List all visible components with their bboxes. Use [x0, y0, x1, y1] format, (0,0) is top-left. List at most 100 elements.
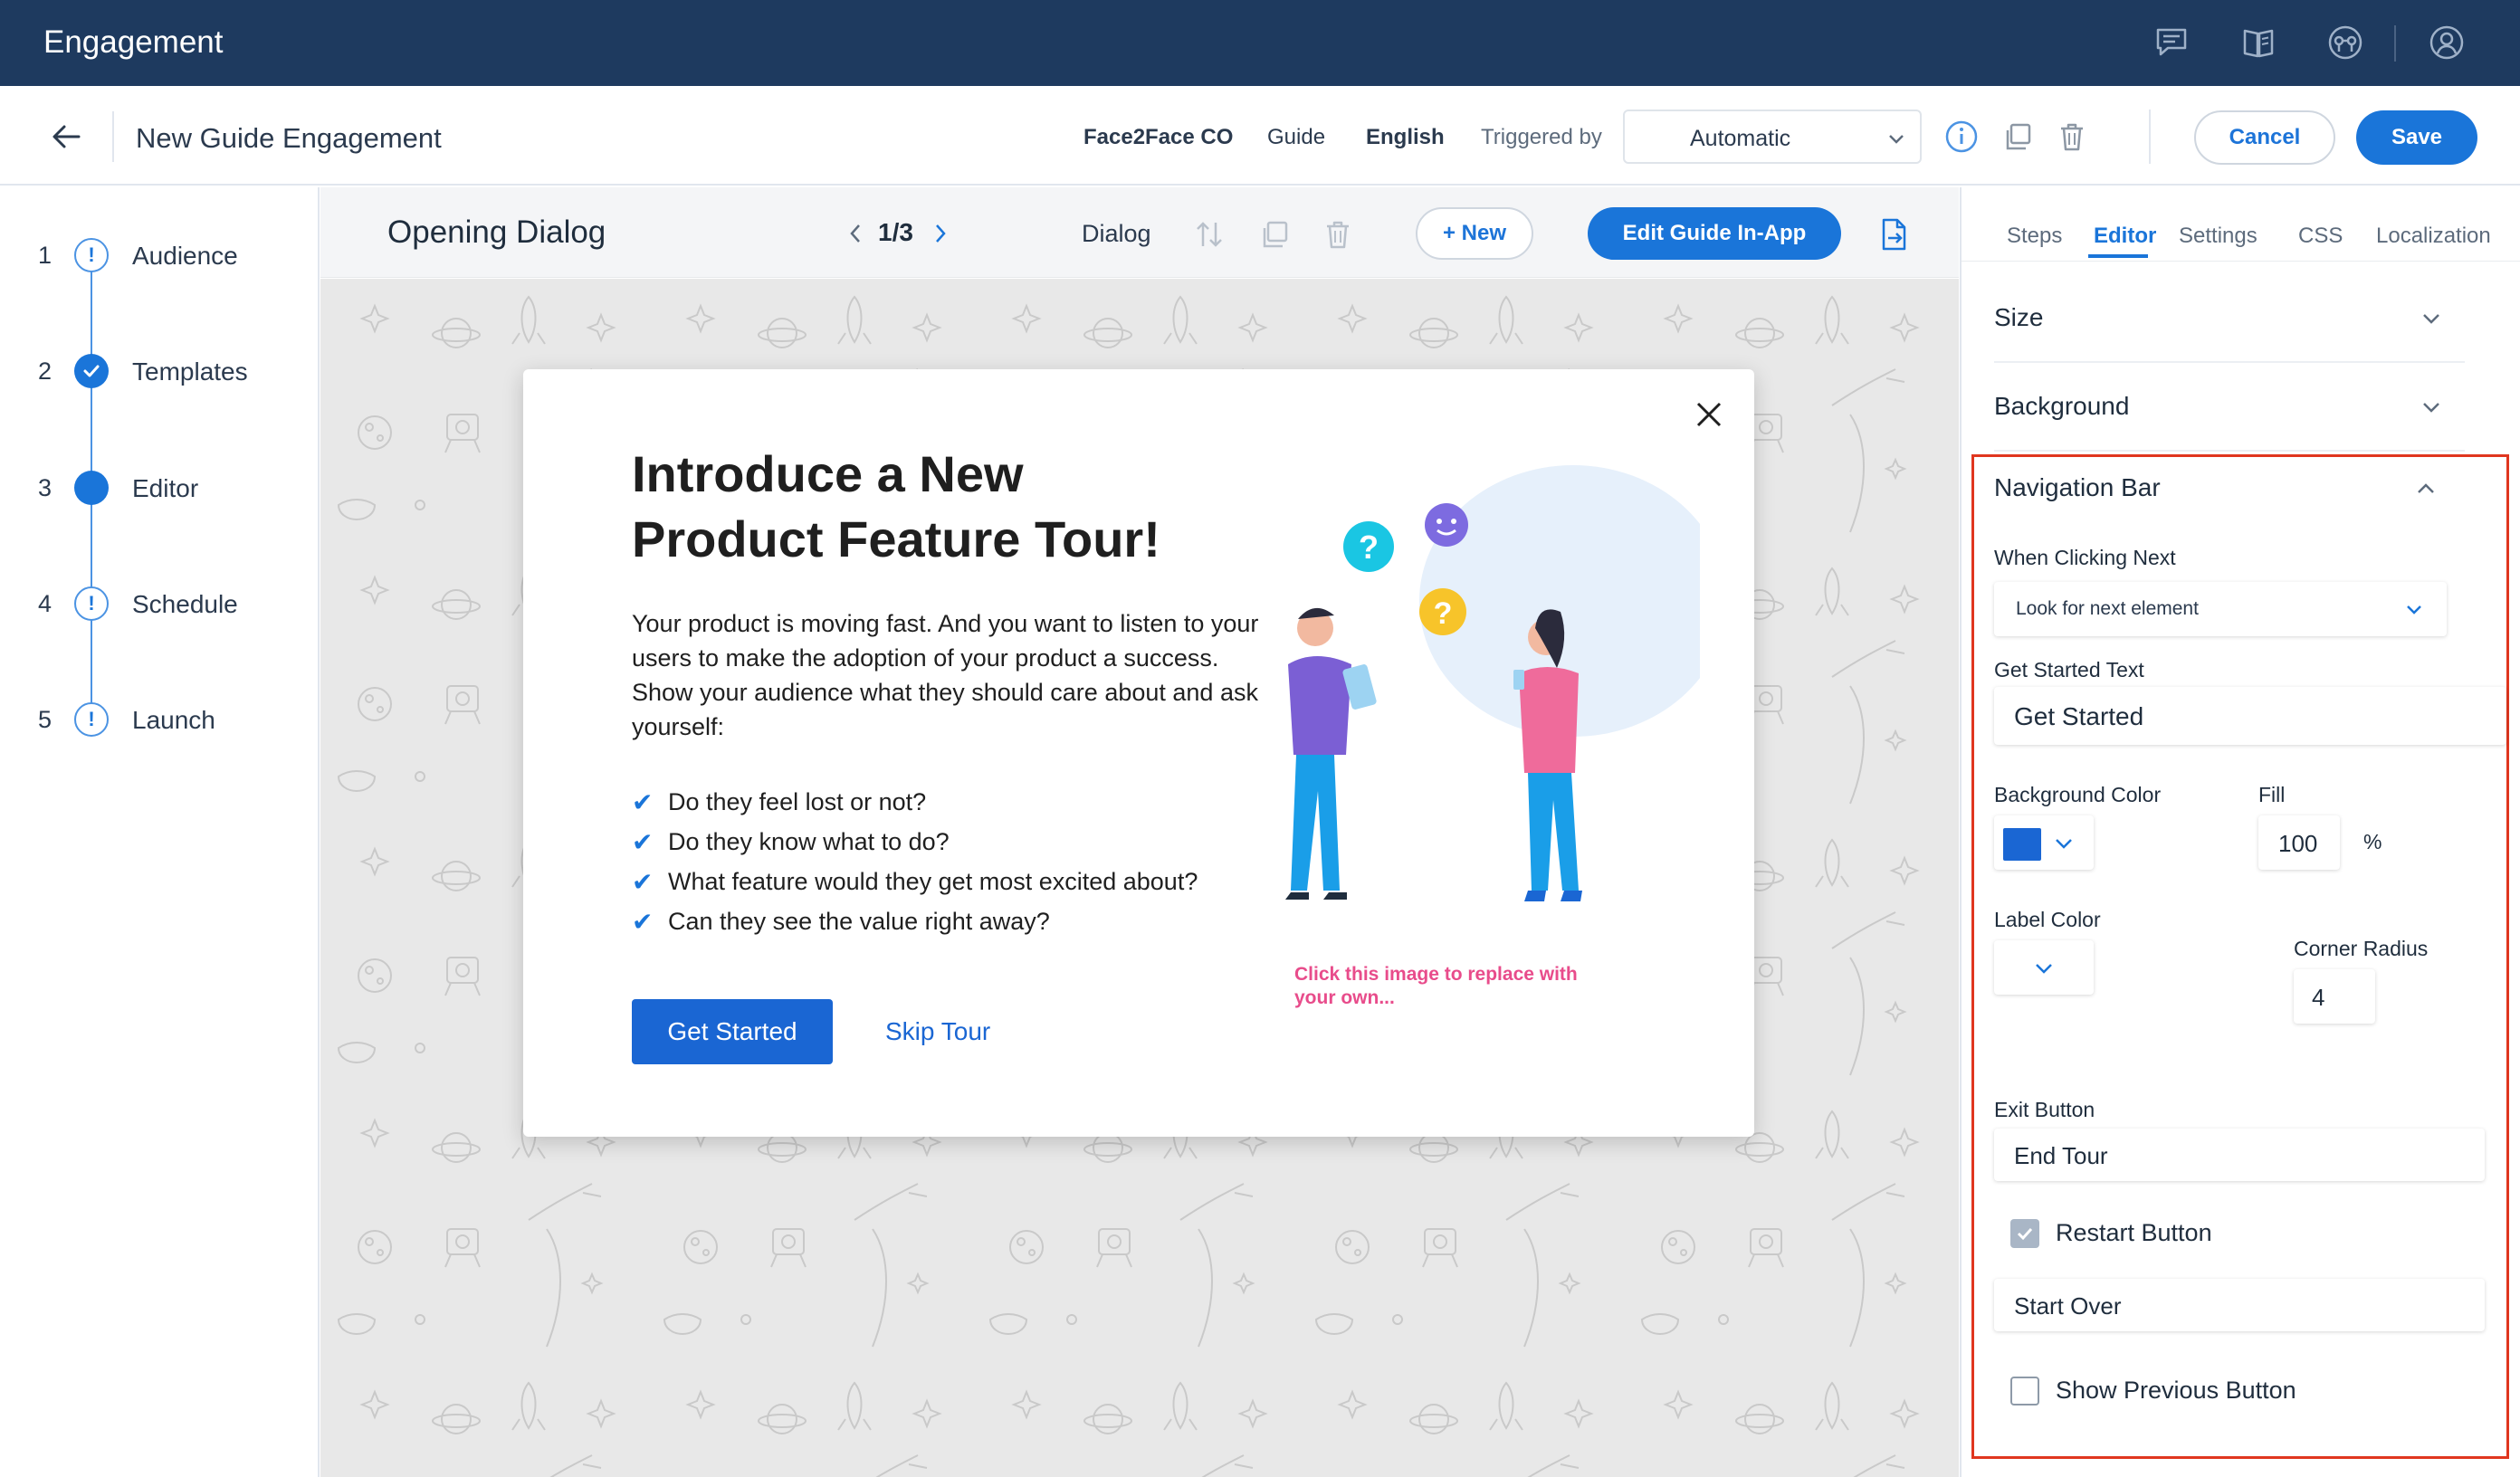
- check-circle-icon: [74, 354, 109, 388]
- get-started-button[interactable]: Get Started: [632, 999, 833, 1064]
- input-value: End Tour: [2014, 1142, 2108, 1169]
- close-icon[interactable]: [1689, 395, 1729, 434]
- tab-steps[interactable]: Steps: [2007, 224, 2062, 249]
- get-started-text-input[interactable]: Get Started: [1994, 687, 2506, 745]
- trigger-select[interactable]: Automatic: [1623, 110, 1922, 164]
- step-templates[interactable]: 2 Templates: [0, 348, 320, 394]
- fill-label: Fill: [2258, 783, 2286, 806]
- tab-localization[interactable]: Localization: [2376, 224, 2491, 249]
- exit-button-input[interactable]: End Tour: [1994, 1129, 2485, 1181]
- step-audience[interactable]: 1 ! Audience: [0, 233, 320, 278]
- step-number: 2: [38, 357, 52, 385]
- step-label: Templates: [132, 357, 248, 386]
- restart-button-checkbox[interactable]: [2010, 1219, 2039, 1248]
- back-arrow-icon[interactable]: [45, 116, 87, 157]
- fill-input[interactable]: 100: [2258, 815, 2340, 870]
- dialog-body-text[interactable]: Your product is moving fast. And you wan…: [632, 606, 1265, 744]
- new-step-button[interactable]: + New: [1416, 207, 1533, 260]
- panel-tabs: Steps Editor Settings CSS Localization: [1962, 187, 2520, 262]
- support-icon[interactable]: [2324, 22, 2366, 63]
- cancel-button[interactable]: Cancel: [2194, 110, 2335, 165]
- replace-image-hint: Click this image to replace with your ow…: [1294, 964, 1578, 1008]
- delete-icon[interactable]: [1318, 214, 1358, 254]
- duplicate-icon[interactable]: [1255, 214, 1294, 254]
- step-schedule[interactable]: 4 ! Schedule: [0, 581, 320, 626]
- step-pager: 1/3: [878, 218, 913, 246]
- export-file-icon[interactable]: [1874, 214, 1914, 254]
- input-value: Start Over: [2014, 1292, 2122, 1320]
- background-color-label: Background Color: [1994, 783, 2162, 806]
- checklist-item: ✔ What feature would they get most excite…: [632, 867, 1198, 896]
- background-section[interactable]: Background: [1994, 365, 2465, 452]
- step-label: Launch: [132, 706, 215, 734]
- step-connector: [91, 386, 92, 472]
- show-previous-button-checkbox[interactable]: [2010, 1377, 2039, 1406]
- illustration-image[interactable]: ? ?: [1247, 456, 1700, 963]
- checklist-item: ✔ Do they feel lost or not?: [632, 787, 927, 816]
- header-divider: [112, 111, 114, 162]
- restart-button-input[interactable]: Start Over: [1994, 1279, 2485, 1331]
- step-label: Audience: [132, 242, 238, 270]
- chat-icon[interactable]: [2151, 22, 2192, 63]
- checklist-item: ✔ Can they see the value right away?: [632, 907, 1050, 936]
- select-value: Look for next element: [2016, 598, 2199, 619]
- user-icon[interactable]: [2426, 22, 2468, 63]
- dialog-heading[interactable]: Introduce a New Product Feature Tour!: [632, 442, 1211, 572]
- svg-text:?: ?: [1434, 596, 1453, 631]
- corner-radius-input[interactable]: 4: [2294, 969, 2375, 1024]
- chevron-down-icon: [2052, 832, 2076, 860]
- previous-step-button[interactable]: [842, 218, 869, 249]
- step-number: 5: [38, 706, 52, 733]
- checklist-item: ✔ Do they know what to do?: [632, 827, 950, 856]
- checkmark-icon: ✔: [632, 827, 654, 856]
- navigation-bar-section: Navigation Bar When Clicking Next Look f…: [1971, 454, 2509, 1459]
- checkmark-icon: ✔: [632, 787, 654, 816]
- app-title: Engagement: [43, 24, 224, 60]
- section-title: Size: [1994, 303, 2044, 331]
- chevron-up-icon[interactable]: [2414, 477, 2438, 505]
- save-button[interactable]: Save: [2356, 110, 2477, 165]
- warning-icon: !: [74, 238, 109, 272]
- guide-dialog-preview: Introduce a New Product Feature Tour! Yo…: [523, 369, 1754, 1137]
- show-previous-button-label: Show Previous Button: [2056, 1377, 2296, 1404]
- info-icon[interactable]: [1943, 119, 1980, 155]
- when-clicking-next-label: When Clicking Next: [1994, 546, 2176, 569]
- language-selector[interactable]: English: [1366, 125, 1445, 150]
- chevron-down-icon: [1885, 128, 1907, 154]
- canvas-toolbar: Opening Dialog 1/3 Dialog + New Edit Gui…: [320, 187, 1959, 278]
- step-title: Opening Dialog: [387, 214, 606, 250]
- chevron-down-icon: [2420, 307, 2443, 335]
- restart-button-label: Restart Button: [2056, 1219, 2212, 1246]
- tab-settings[interactable]: Settings: [2179, 224, 2258, 249]
- tab-editor[interactable]: Editor: [2094, 224, 2156, 249]
- checkmark-icon: ✔: [632, 907, 654, 936]
- step-navigation: 1 ! Audience 2 Templates 3 Editor 4 ! Sc…: [0, 187, 320, 1477]
- tab-css[interactable]: CSS: [2298, 224, 2343, 249]
- when-clicking-next-select[interactable]: Look for next element: [1994, 582, 2447, 636]
- edit-guide-in-app-button[interactable]: Edit Guide In-App: [1588, 207, 1841, 260]
- background-color-picker[interactable]: [1994, 815, 2094, 870]
- skip-tour-link[interactable]: Skip Tour: [885, 1017, 990, 1046]
- next-step-button[interactable]: [927, 218, 954, 249]
- section-title[interactable]: Navigation Bar: [1994, 473, 2161, 502]
- duplicate-icon[interactable]: [2000, 119, 2036, 155]
- label-color-picker[interactable]: [1994, 940, 2094, 995]
- step-label: Schedule: [132, 590, 238, 618]
- book-icon[interactable]: [2238, 22, 2279, 63]
- section-title: Background: [1994, 392, 2130, 420]
- dialog-checklist: ✔ Do they feel lost or not? ✔ Do they know…: [632, 782, 1265, 941]
- step-number: 4: [38, 590, 52, 617]
- step-launch[interactable]: 5 ! Launch: [0, 697, 320, 742]
- input-value: Get Started: [2014, 702, 2144, 730]
- size-section[interactable]: Size: [1994, 276, 2465, 363]
- step-type-label: Dialog: [1082, 220, 1151, 247]
- warning-icon: !: [74, 702, 109, 737]
- step-connector: [91, 619, 92, 704]
- chevron-down-icon: [2032, 957, 2056, 985]
- chevron-down-icon: [2403, 598, 2425, 624]
- delete-icon[interactable]: [2054, 119, 2090, 155]
- fill-unit: %: [2363, 830, 2382, 853]
- chevron-down-icon: [2420, 395, 2443, 424]
- reorder-icon[interactable]: [1189, 214, 1229, 254]
- step-editor[interactable]: 3 Editor: [0, 465, 320, 510]
